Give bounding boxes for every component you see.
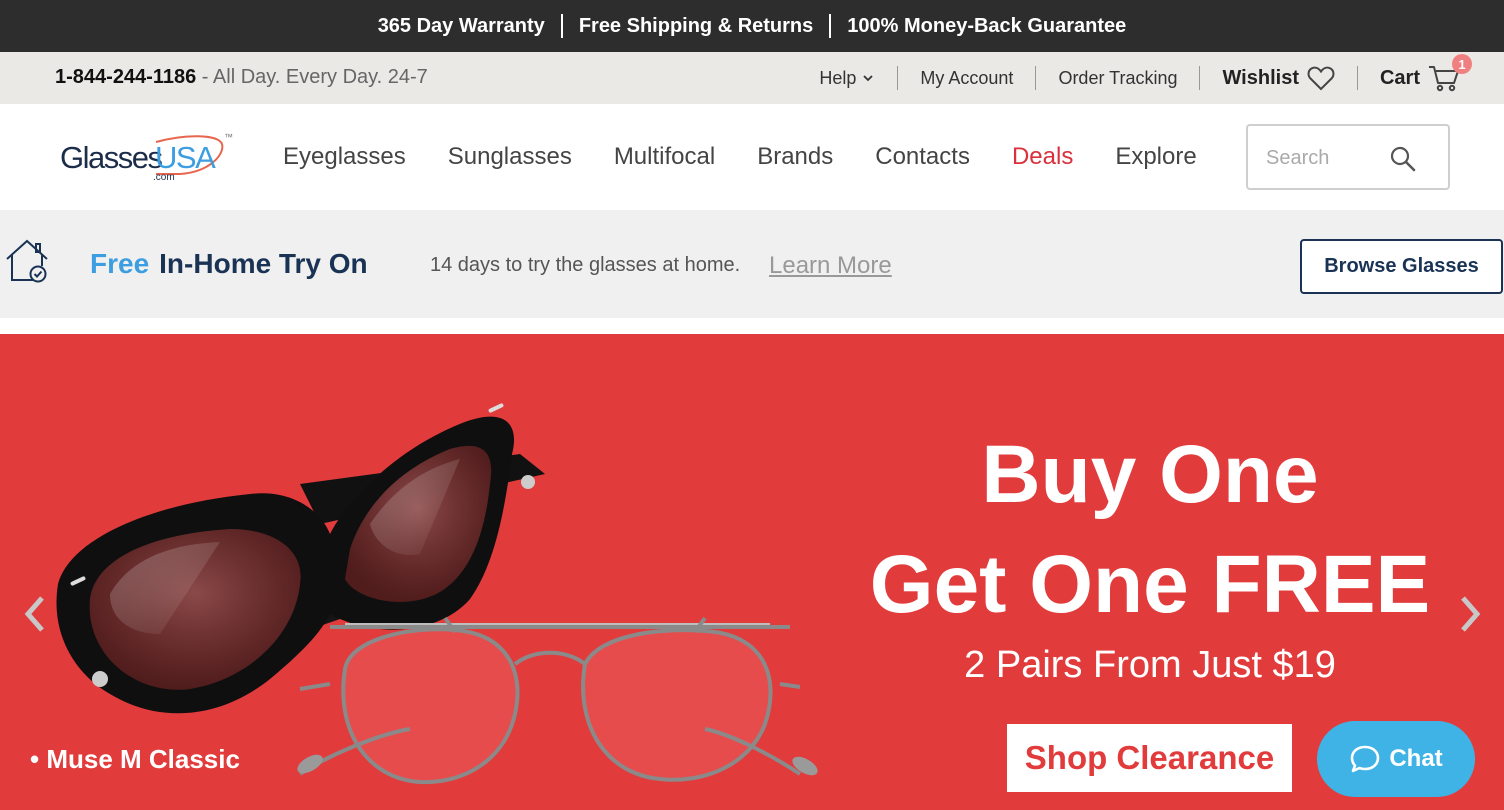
nav-deals[interactable]: Deals [991,143,1094,171]
my-account-link[interactable]: My Account [898,68,1035,89]
support-hours: - All Day. Every Day. 24-7 [196,66,428,88]
search-box [1246,124,1450,190]
carousel-next-arrow[interactable] [1455,594,1485,634]
my-account-label: My Account [920,67,1014,88]
nav-brands[interactable]: Brands [736,143,854,171]
hero-headline: Buy One Get One FREE [860,420,1440,640]
try-on-banner: Free In-Home Try On 14 days to try the gl… [0,210,1504,318]
utility-links: Help My Account Order Tracking Wishlist … [797,52,1472,104]
shop-clearance-button[interactable]: Shop Clearance [1007,724,1292,792]
chevron-down-icon [863,75,874,82]
glasses-illustration [56,403,818,785]
try-on-free: Free [90,248,150,279]
chat-bubble-icon [1351,745,1380,773]
chat-button[interactable]: Chat [1317,721,1475,797]
phone-number[interactable]: 1-844-244-1186 [55,66,196,88]
wishlist-label: Wishlist [1222,66,1299,89]
cart-label: Cart [1379,66,1420,89]
nav-eyeglasses[interactable]: Eyeglasses [262,143,427,171]
product-caption: • Muse M Classic [30,744,240,774]
help-menu[interactable]: Help [797,68,897,89]
order-tracking-link[interactable]: Order Tracking [1036,68,1199,89]
logo-text-usa: USA [155,140,216,175]
utility-bar: 1-844-244-1186 - All Day. Every Day. 24-… [0,52,1504,104]
hero-subtitle: 2 Pairs From Just $19 [964,644,1336,686]
search-icon[interactable] [1388,144,1418,174]
house-check-icon [6,239,48,283]
cart-link[interactable]: Cart 1 [1358,54,1472,92]
browse-glasses-button[interactable]: Browse Glasses [1300,239,1503,294]
logo-text-glasses: Glasses [60,140,163,175]
try-on-heading: In-Home Try On [159,248,368,279]
search-input[interactable] [1266,144,1386,172]
promo-shipping: Free Shipping & Returns [578,14,814,37]
carousel-prev-arrow[interactable] [20,594,50,634]
try-on-description: 14 days to try the glasses at home. [430,254,741,276]
nav-explore[interactable]: Explore [1094,143,1217,171]
nav-sunglasses[interactable]: Sunglasses [427,143,593,171]
help-label: Help [819,67,857,88]
heart-icon [1307,66,1335,91]
chat-label: Chat [1389,745,1443,772]
learn-more-link[interactable]: Learn More [769,252,892,280]
promo-guarantee: 100% Money-Back Guarantee [847,14,1127,37]
cart-count-badge: 1 [1452,54,1472,74]
cart-icon-wrap: 1 [1428,54,1472,92]
phone-info: 1-844-244-1186 - All Day. Every Day. 24-… [55,66,428,89]
hero-line-1: Buy One [981,429,1319,520]
hero-banner[interactable]: Buy One Get One FREE 2 Pairs From Just $… [0,334,1504,810]
main-navigation: Glasses USA .com ™ Eyeglasses Sunglasses… [0,104,1504,210]
hero-line-2: Get One FREE [869,539,1431,630]
order-tracking-label: Order Tracking [1058,67,1178,88]
glassesusa-logo[interactable]: Glasses USA .com ™ [60,132,235,188]
metal-aviator-frame [298,616,802,785]
nav-menu: Eyeglasses Sunglasses Multifocal Brands … [262,104,1218,210]
logo-tm: ™ [224,132,233,142]
nav-contacts[interactable]: Contacts [854,143,991,171]
wishlist-link[interactable]: Wishlist [1200,65,1357,91]
promo-warranty: 365 Day Warranty [377,14,545,37]
nav-multifocal[interactable]: Multifocal [593,143,736,171]
logo-text-com: .com [153,172,175,183]
try-on-title: Free In-Home Try On [90,248,368,280]
promo-bar: 365 Day Warranty Free Shipping & Returns… [0,0,1504,52]
